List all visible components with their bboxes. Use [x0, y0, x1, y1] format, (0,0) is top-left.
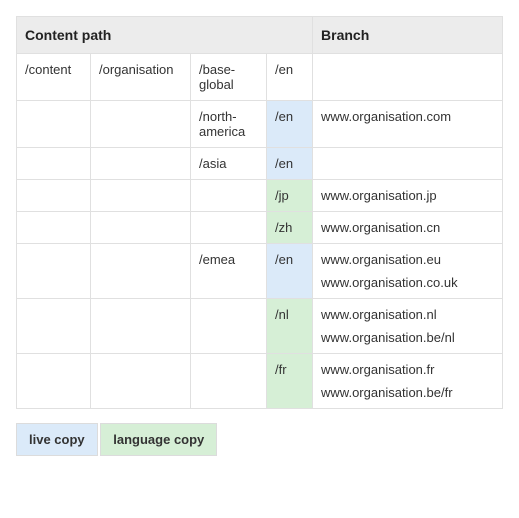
cell-locale: /en [267, 148, 313, 180]
branch-url: www.organisation.cn [321, 220, 494, 235]
cell-branch: www.organisation.jp [313, 180, 503, 212]
cell-content-root [17, 101, 91, 148]
cell-locale: /zh [267, 212, 313, 244]
cell-region: /base-global [191, 54, 267, 101]
branch-url: www.organisation.eu [321, 252, 494, 267]
header-branch: Branch [313, 17, 503, 54]
cell-organisation [91, 354, 191, 409]
cell-branch: www.organisation.eu www.organisation.co.u… [313, 244, 503, 299]
branch-url: www.organisation.be/fr [321, 385, 494, 400]
table-row: /emea/enwww.organisation.euwww.organisat… [17, 244, 503, 299]
cell-region: /north-america [191, 101, 267, 148]
cell-locale: /nl [267, 299, 313, 354]
table-row: /zh www.organisation.cn [17, 212, 503, 244]
table-row: /jp www.organisation.jp [17, 180, 503, 212]
branch-url: www.organisation.nl [321, 307, 494, 322]
cell-organisation [91, 180, 191, 212]
table-row: /content/organisation/base-global/en [17, 54, 503, 101]
cell-organisation [91, 299, 191, 354]
cell-region: /emea [191, 244, 267, 299]
cell-locale: /en [267, 54, 313, 101]
legend-language-copy: language copy [100, 423, 217, 456]
cell-region: /asia [191, 148, 267, 180]
table-row: /nl www.organisation.nl www.organisation.b… [17, 299, 503, 354]
cell-content-root [17, 180, 91, 212]
branch-url: www.organisation.fr [321, 362, 494, 377]
cell-locale: /en [267, 244, 313, 299]
branch-url: www.organisation.co.uk [321, 275, 494, 290]
cell-content-root: /content [17, 54, 91, 101]
cell-branch: www.organisation.com [313, 101, 503, 148]
branch-url: www.organisation.com [321, 109, 494, 124]
cell-content-root [17, 148, 91, 180]
branch-url: www.organisation.jp [321, 188, 494, 203]
cell-content-root [17, 212, 91, 244]
header-content-path: Content path [17, 17, 313, 54]
cell-content-root [17, 244, 91, 299]
cell-organisation: /organisation [91, 54, 191, 101]
cell-organisation [91, 148, 191, 180]
branch-url: www.organisation.be/nl [321, 330, 494, 345]
cell-organisation [91, 244, 191, 299]
table-row: /fr www.organisation.fr www.organisation.b… [17, 354, 503, 409]
cell-organisation [91, 212, 191, 244]
cell-locale: /fr [267, 354, 313, 409]
cell-region [191, 212, 267, 244]
cell-branch: www.organisation.nl www.organisation.be/n… [313, 299, 503, 354]
cell-locale: /en [267, 101, 313, 148]
table-row: /north-america/en www.organisation.com [17, 101, 503, 148]
cell-region [191, 299, 267, 354]
content-path-table: Content path Branch /content/organisatio… [16, 16, 503, 409]
cell-branch [313, 54, 503, 101]
cell-region [191, 354, 267, 409]
cell-branch: www.organisation.cn [313, 212, 503, 244]
cell-locale: /jp [267, 180, 313, 212]
table-row: /asia/en [17, 148, 503, 180]
legend: live copy language copy [16, 423, 503, 456]
cell-branch: www.organisation.fr www.organisation.be/f… [313, 354, 503, 409]
cell-organisation [91, 101, 191, 148]
cell-region [191, 180, 267, 212]
cell-content-root [17, 299, 91, 354]
cell-branch [313, 148, 503, 180]
legend-live-copy: live copy [16, 423, 98, 456]
cell-content-root [17, 354, 91, 409]
